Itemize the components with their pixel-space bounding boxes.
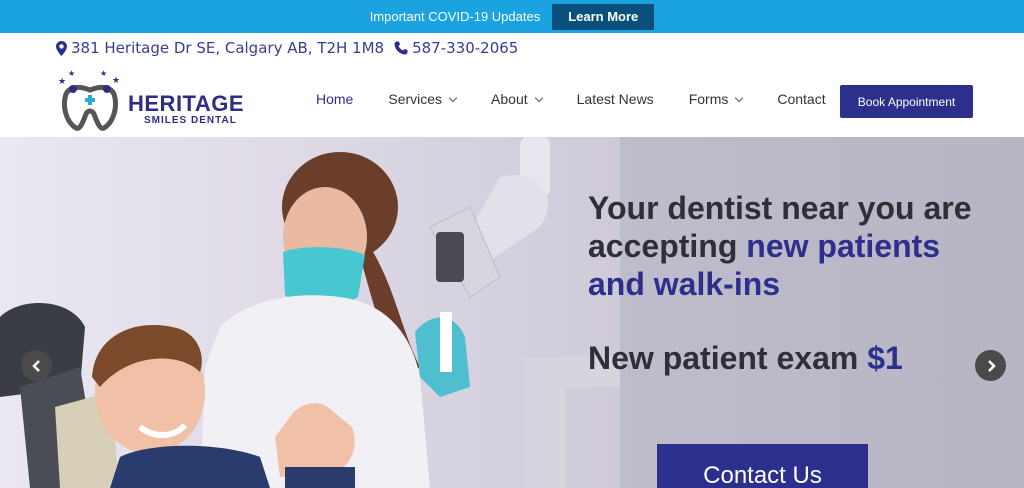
- hero-offer-price: $1: [867, 340, 903, 376]
- alert-text: Important COVID-19 Updates: [369, 9, 541, 24]
- logo-mark: ★ ★ ★ ★: [58, 70, 120, 131]
- address[interactable]: 381 Heritage Dr SE, Calgary AB, T2H 1M8: [56, 39, 384, 57]
- nav-latest-news-label: Latest News: [576, 91, 654, 107]
- chevron-down-icon: [448, 93, 458, 102]
- nav-home-label: Home: [316, 91, 354, 107]
- contact-us-button[interactable]: Contact Us: [657, 444, 868, 488]
- nav-contact[interactable]: Contact: [777, 91, 825, 107]
- hero-offer: New patient exam $1: [588, 340, 903, 377]
- contact-info: 381 Heritage Dr SE, Calgary AB, T2H 1M8 …: [56, 39, 518, 57]
- hero-line-2: accepting new patients: [588, 227, 1008, 265]
- chevron-right-icon: [987, 359, 996, 372]
- nav-about-label: About: [491, 91, 528, 107]
- logo-subtitle: SMILES DENTAL: [144, 115, 237, 126]
- logo[interactable]: ★ ★ ★ ★ HERITAGE SMILES DENTAL: [56, 70, 266, 134]
- logo-title: HERITAGE: [128, 91, 245, 116]
- hero-line-3: and walk-ins: [588, 266, 781, 302]
- hero-line-2-plain: accepting: [588, 228, 747, 264]
- phone[interactable]: 587-330-2065: [394, 39, 518, 57]
- nav-about[interactable]: About: [491, 91, 543, 107]
- svg-text:★: ★: [58, 76, 66, 86]
- phone-icon: [394, 41, 408, 55]
- hero-line-1: Your dentist near you are: [588, 190, 972, 226]
- svg-text:★: ★: [112, 75, 120, 85]
- nav-services[interactable]: Services: [388, 91, 458, 107]
- nav-forms[interactable]: Forms: [688, 91, 744, 107]
- nav-latest-news[interactable]: Latest News: [577, 91, 654, 107]
- nav-home[interactable]: Home: [316, 91, 353, 107]
- hero-line-2-highlight: new patients: [746, 228, 941, 264]
- covid-alert-bar: Important COVID-19 Updates Learn More: [0, 0, 1024, 33]
- learn-more-button[interactable]: Learn More: [552, 3, 655, 30]
- slider-next-button[interactable]: [975, 350, 1006, 381]
- hero-headline: Your dentist near you are accepting new …: [588, 189, 1008, 303]
- hero-slider: Your dentist near you are accepting new …: [0, 137, 1024, 488]
- main-nav: Home Services About Latest News Forms Co…: [316, 91, 861, 107]
- hero-image: [0, 137, 620, 488]
- hero-offer-plain: New patient exam: [588, 340, 868, 376]
- chevron-down-icon: [534, 93, 543, 102]
- site-header: ★ ★ ★ ★ HERITAGE SMILES DENTAL Home Serv…: [0, 62, 1024, 137]
- nav-services-label: Services: [388, 91, 443, 107]
- phone-text: 587-330-2065: [412, 39, 519, 57]
- svg-text:★: ★: [100, 70, 107, 78]
- address-text: 381 Heritage Dr SE, Calgary AB, T2H 1M8: [71, 39, 385, 57]
- svg-text:★: ★: [68, 70, 75, 78]
- chevron-down-icon: [735, 93, 744, 102]
- slider-prev-button[interactable]: [21, 350, 52, 381]
- nav-contact-label: Contact: [777, 91, 826, 107]
- map-marker-icon: [56, 40, 67, 56]
- book-appointment-button[interactable]: Book Appointment: [840, 85, 973, 118]
- nav-forms-label: Forms: [688, 91, 729, 107]
- chevron-left-icon: [31, 359, 40, 372]
